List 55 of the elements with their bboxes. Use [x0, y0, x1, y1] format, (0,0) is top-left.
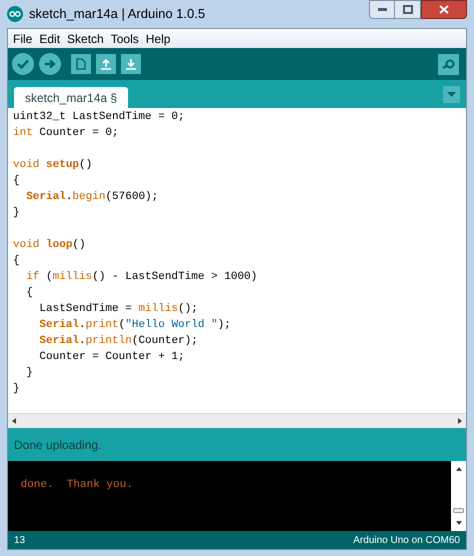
line-number: 13: [14, 534, 26, 548]
code-line: void loop(): [13, 238, 87, 253]
right-arrow-icon: [44, 59, 56, 69]
up-arrow-icon: [100, 58, 112, 70]
code-line: Serial.print("Hello World ");: [38, 318, 232, 333]
save-button[interactable]: [121, 54, 141, 74]
code-line: LastSendTime = millis();: [38, 302, 199, 317]
app-logo-icon: [7, 6, 23, 22]
maximize-icon: [402, 5, 412, 14]
board-port-label: Arduino Uno on COM60: [353, 534, 460, 548]
menu-item[interactable]: Edit: [36, 30, 64, 48]
close-button[interactable]: [421, 0, 467, 19]
menu-item[interactable]: Help: [142, 30, 174, 48]
verify-button[interactable]: [12, 53, 34, 75]
code-line: Serial.println(Counter);: [38, 334, 199, 349]
left-arrow-icon: [12, 418, 16, 424]
code-line: }: [13, 382, 21, 397]
document-icon: [76, 58, 86, 70]
menu-item[interactable]: File: [10, 30, 36, 48]
code-line: {: [25, 286, 34, 301]
close-icon: [439, 5, 449, 14]
down-arrow-icon: [125, 58, 137, 70]
upload-button[interactable]: [39, 53, 61, 75]
code-line: uint32_t LastSendTime = 0;: [13, 110, 186, 125]
serial-monitor-button[interactable]: [438, 54, 459, 74]
up-arrow-icon: [456, 467, 462, 471]
search-icon: [442, 58, 456, 70]
menu-item[interactable]: Tools: [108, 30, 142, 48]
tab-menu-button[interactable]: [443, 86, 460, 103]
minimize-button[interactable]: [369, 0, 395, 19]
code-line: }: [13, 206, 21, 221]
menu-item[interactable]: Sketch: [64, 30, 107, 48]
minimize-icon: [378, 8, 386, 11]
code-line: Serial.begin(57600);: [25, 190, 160, 205]
code-line: int Counter = 0;: [13, 126, 120, 141]
scroll-thumb[interactable]: [453, 508, 464, 513]
editor-tab[interactable]: sketch_mar14a §: [14, 87, 128, 108]
vertical-scrollbar[interactable]: [451, 461, 466, 531]
horizontal-scrollbar[interactable]: [8, 413, 466, 428]
down-arrow-icon: [456, 521, 462, 525]
code-line: }: [25, 366, 34, 381]
caret-icon: [447, 92, 456, 97]
status-message: Done uploading.: [14, 436, 102, 454]
window-title: sketch_mar14a | Arduino 1.0.5: [29, 5, 206, 24]
code-line: Counter = Counter + 1;: [38, 350, 186, 365]
console-line: done. Thank you.: [20, 478, 133, 493]
new-button[interactable]: [71, 54, 91, 74]
right-arrow-icon: [458, 418, 462, 424]
code-line: {: [13, 254, 21, 269]
maximize-button[interactable]: [395, 0, 421, 19]
code-line: void setup(): [13, 158, 94, 173]
code-line: if (millis() - LastSendTime > 1000): [25, 270, 258, 285]
code-line: {: [13, 174, 21, 189]
open-button[interactable]: [96, 54, 116, 74]
checkmark-icon: [17, 59, 29, 69]
